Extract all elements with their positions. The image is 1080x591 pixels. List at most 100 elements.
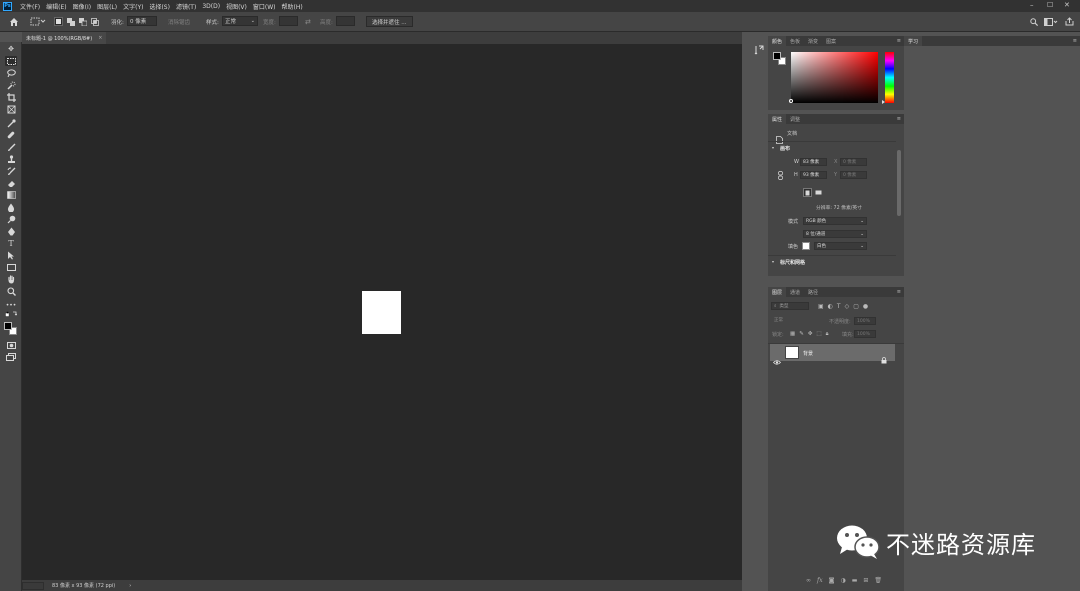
mode-select[interactable]: RGB 颜色 ⌄ xyxy=(803,217,867,225)
crop-tool-icon[interactable] xyxy=(5,92,17,102)
rectangle-tool-icon[interactable] xyxy=(5,262,17,272)
hue-slider-handle[interactable] xyxy=(882,100,885,104)
quick-select-tool-icon[interactable] xyxy=(5,80,17,90)
portrait-orientation-icon[interactable] xyxy=(803,188,812,197)
properties-scrollbar[interactable] xyxy=(897,150,901,216)
tab-patterns[interactable]: 图案 xyxy=(822,36,840,46)
tab-swatches[interactable]: 色板 xyxy=(786,36,804,46)
menu-type[interactable]: 文字(Y) xyxy=(120,2,146,11)
search-icon[interactable] xyxy=(1030,16,1038,27)
history-brush-tool-icon[interactable] xyxy=(5,166,17,176)
shape-filter-icon[interactable]: ◇ xyxy=(845,303,850,310)
screen-mode-icon[interactable] xyxy=(5,352,17,362)
color-swatches[interactable] xyxy=(4,322,18,336)
layer-filter-select[interactable]: ⌕ 类型 xyxy=(771,302,809,310)
eyedropper-tool-icon[interactable] xyxy=(5,118,17,128)
new-group-icon[interactable]: ▬ xyxy=(852,577,858,584)
menu-help[interactable]: 帮助(H) xyxy=(279,2,306,11)
zoom-field[interactable] xyxy=(22,581,44,590)
layer-name[interactable]: 背景 xyxy=(803,350,813,357)
trash-icon[interactable]: 🗑︎ xyxy=(874,577,882,584)
document-tab[interactable]: 未标题-1 @ 100%(RGB/8#) × xyxy=(22,32,107,44)
menu-select[interactable]: 选择(S) xyxy=(146,2,173,11)
workspace-icon[interactable] xyxy=(1044,16,1058,27)
swap-colors-icon[interactable] xyxy=(5,310,17,318)
tab-color[interactable]: 颜色 xyxy=(768,36,787,46)
zoom-tool-icon[interactable] xyxy=(5,286,17,296)
canvas-y-input[interactable]: 0 像素 xyxy=(840,171,867,179)
fill-input[interactable]: 100% xyxy=(854,330,876,338)
color-picker-handle[interactable] xyxy=(789,99,793,103)
style-select[interactable]: 正常 ⌄ xyxy=(222,16,258,26)
panel-color-swatches[interactable] xyxy=(773,52,787,66)
opacity-input[interactable]: 100% xyxy=(854,317,876,325)
menu-filter[interactable]: 滤镜(T) xyxy=(173,2,199,11)
foreground-color-swatch[interactable] xyxy=(4,322,12,330)
blur-tool-icon[interactable] xyxy=(5,202,17,212)
close-tab-icon[interactable]: × xyxy=(98,35,102,41)
dodge-tool-icon[interactable] xyxy=(5,214,17,224)
fill-color-swatch[interactable] xyxy=(802,242,810,250)
type-filter-icon[interactable]: T xyxy=(837,303,841,310)
type-tool-icon[interactable]: T xyxy=(5,238,17,248)
history-panel-icon[interactable] xyxy=(754,40,764,59)
fill-select[interactable]: 白色 ⌄ xyxy=(814,242,867,250)
brush-tool-icon[interactable] xyxy=(5,142,17,152)
chevron-down-icon[interactable]: ▾ xyxy=(772,145,774,150)
filter-toggle-icon[interactable]: ● xyxy=(863,303,868,310)
frame-tool-icon[interactable] xyxy=(5,104,17,114)
layer-row[interactable]: 背景 xyxy=(770,344,895,365)
hue-slider[interactable] xyxy=(885,52,894,103)
canvas-scrollbar[interactable] xyxy=(742,32,750,591)
new-layer-icon[interactable]: ⊞ xyxy=(863,577,868,584)
pixel-filter-icon[interactable]: ▣ xyxy=(818,303,824,310)
chevron-down-icon[interactable]: ▾ xyxy=(772,259,774,264)
eye-icon[interactable] xyxy=(773,350,781,369)
maximize-button[interactable]: ☐ xyxy=(1047,1,1053,9)
marquee-preset-icon[interactable] xyxy=(30,16,46,27)
tab-learn[interactable]: 学习 xyxy=(904,36,923,46)
antialias-checkbox[interactable]: 消除锯齿 xyxy=(168,16,190,27)
select-and-mask-button[interactable]: 选择并遮住 ... xyxy=(366,16,413,27)
move-tool-icon[interactable]: ✥ xyxy=(5,44,17,54)
feather-input[interactable]: 0 像素 xyxy=(127,16,157,26)
panel-menu-icon[interactable]: ≡ xyxy=(897,38,901,44)
healing-brush-tool-icon[interactable] xyxy=(5,130,17,140)
menu-file[interactable]: 文件(F) xyxy=(17,2,43,11)
tab-layers[interactable]: 图层 xyxy=(768,287,787,297)
new-selection-icon[interactable] xyxy=(54,17,63,26)
panel-menu-icon[interactable]: ≡ xyxy=(897,116,901,122)
canvas-width-input[interactable]: 83 像素 xyxy=(800,158,827,166)
lock-artboard-icon[interactable]: ⬚ xyxy=(816,331,821,338)
new-adjustment-icon[interactable]: ◑ xyxy=(840,577,845,584)
bit-depth-select[interactable]: 8 位/通道 ⌄ xyxy=(803,230,867,238)
adjustment-filter-icon[interactable]: ◐ xyxy=(828,303,833,310)
share-icon[interactable] xyxy=(1065,16,1074,27)
lock-all-icon[interactable]: 🔒︎ xyxy=(826,331,829,338)
tab-paths[interactable]: 路径 xyxy=(804,287,822,297)
close-window-button[interactable]: ✕ xyxy=(1064,1,1070,9)
canvas-height-input[interactable]: 93 像素 xyxy=(800,171,827,179)
tab-channels[interactable]: 通道 xyxy=(786,287,804,297)
link-icon[interactable] xyxy=(778,165,783,184)
width-input[interactable] xyxy=(279,16,298,26)
swap-icon[interactable]: ⇄ xyxy=(305,16,311,27)
status-menu-arrow[interactable]: › xyxy=(129,583,131,589)
lasso-tool-icon[interactable] xyxy=(5,68,17,78)
fx-icon[interactable]: fx xyxy=(817,577,823,584)
panel-menu-icon[interactable]: ≡ xyxy=(1073,38,1077,44)
panel-menu-icon[interactable]: ≡ xyxy=(897,289,901,295)
menu-image[interactable]: 图像(I) xyxy=(70,2,94,11)
minimize-button[interactable]: – xyxy=(1030,1,1034,9)
pen-tool-icon[interactable] xyxy=(5,226,17,236)
smart-object-filter-icon[interactable]: ▢ xyxy=(853,303,859,310)
color-field[interactable] xyxy=(789,52,878,103)
gradient-tool-icon[interactable] xyxy=(5,190,17,200)
rulers-grids-section-title[interactable]: 标尺和网格 xyxy=(780,259,805,266)
marquee-tool-icon[interactable] xyxy=(5,56,17,66)
canvas-section-title[interactable]: 画布 xyxy=(780,145,790,152)
tab-properties[interactable]: 属性 xyxy=(768,114,787,124)
panel-foreground-swatch[interactable] xyxy=(773,52,781,60)
lock-position-icon[interactable]: ✥ xyxy=(808,331,813,338)
tab-adjustments[interactable]: 调整 xyxy=(786,114,804,124)
